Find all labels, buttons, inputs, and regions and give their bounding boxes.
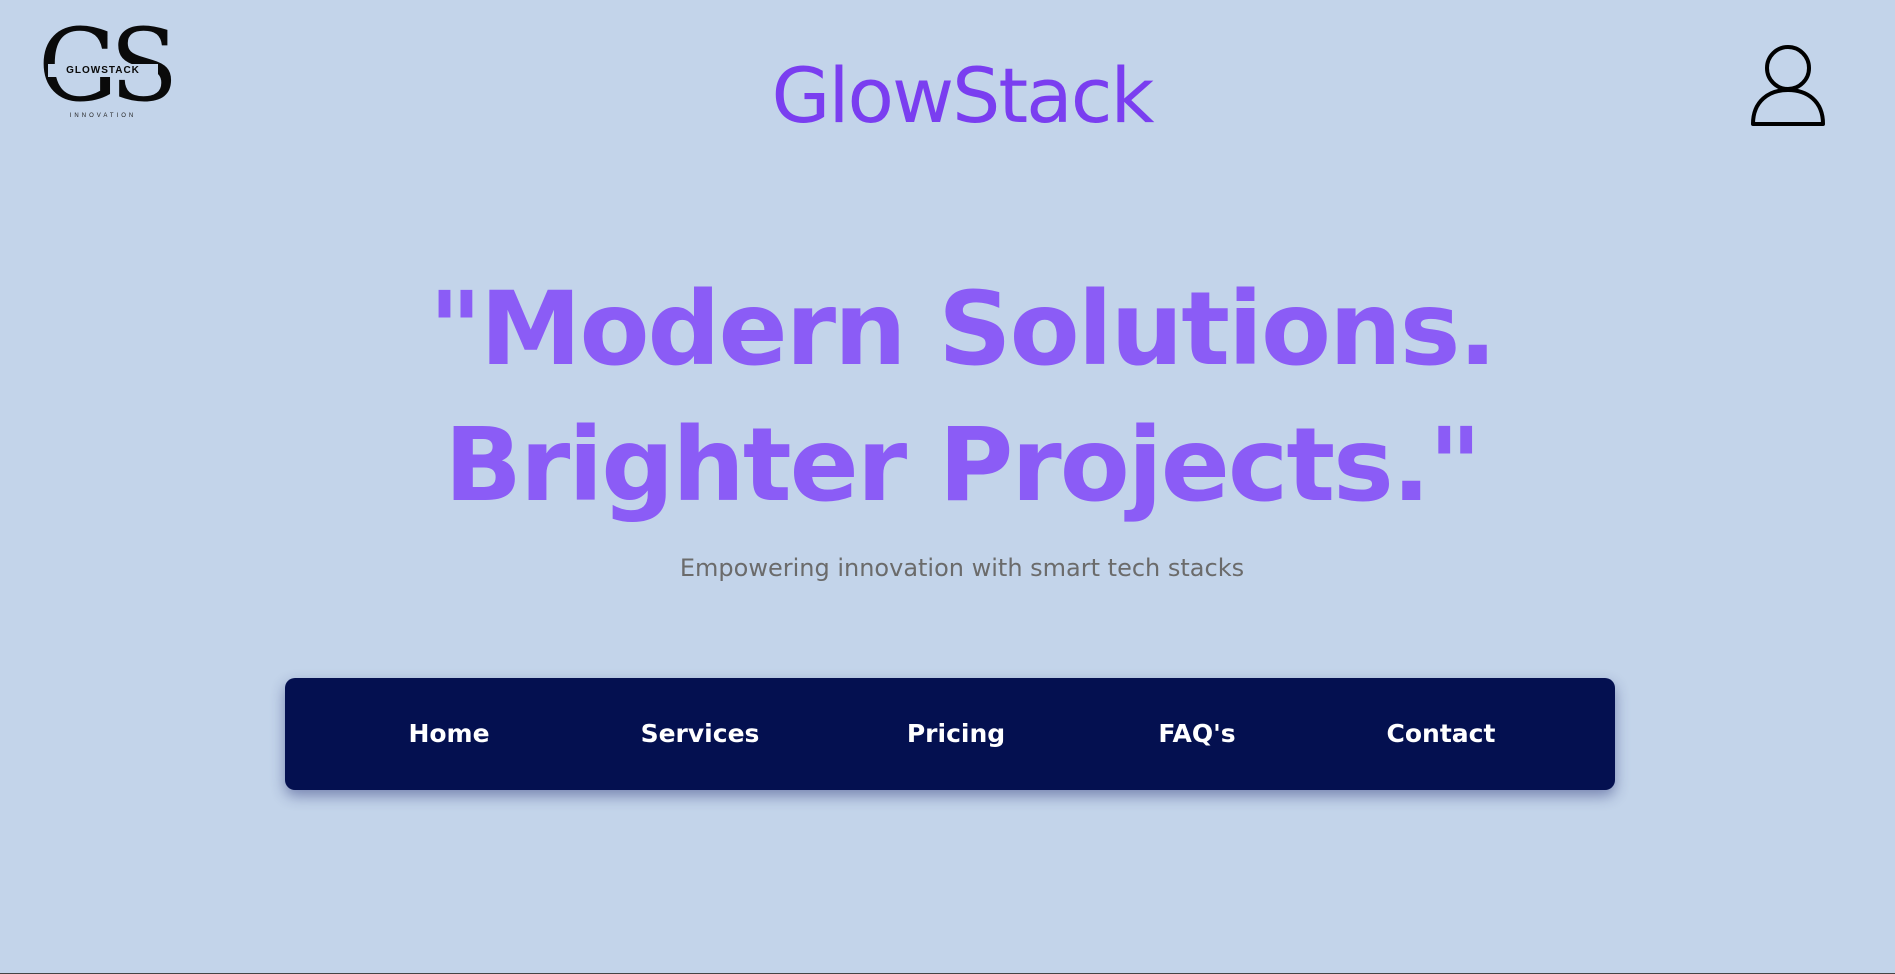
nav-home[interactable]: Home [408, 678, 489, 790]
nav-faqs[interactable]: FAQ's [1158, 678, 1235, 790]
hero-subtitle: Empowering innovation with smart tech st… [679, 554, 1245, 582]
nav-services[interactable]: Services [641, 678, 760, 790]
site-title: GlowStack [771, 51, 1154, 140]
main-nav: Home Services Pricing FAQ's Contact [285, 678, 1615, 790]
hero-headline-line-2: Brighter Projects." [444, 406, 1482, 525]
nav-contact[interactable]: Contact [1387, 678, 1496, 790]
hero-headline-line-1: "Modern Solutions. [428, 270, 1497, 389]
hero-headline: "Modern Solutions. Brighter Projects." [0, 262, 1895, 534]
nav-pricing[interactable]: Pricing [907, 678, 1005, 790]
user-icon[interactable] [1750, 44, 1826, 128]
